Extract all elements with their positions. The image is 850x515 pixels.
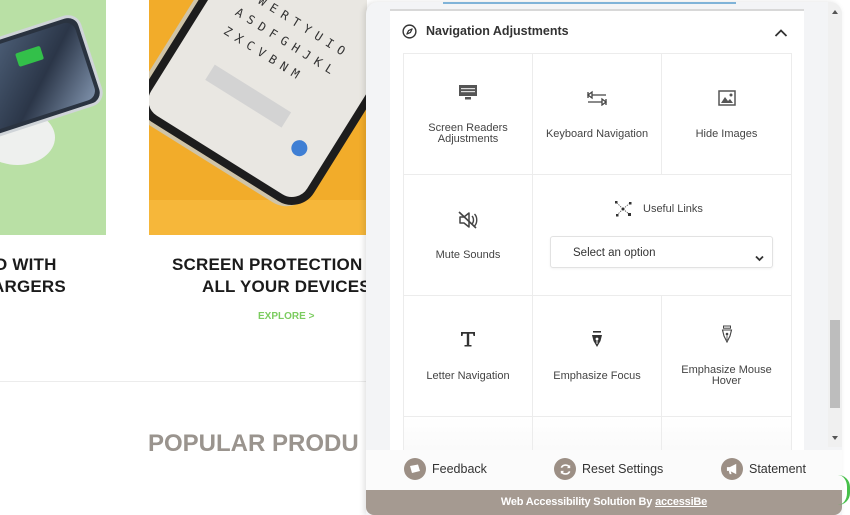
tile-emphasize-mouse-hover[interactable]: Emphasize Mouse Hover: [661, 295, 792, 417]
tile-hide-images[interactable]: Hide Images: [661, 53, 792, 175]
scrollbar-thumb[interactable]: [830, 320, 840, 408]
chevron-down-icon: [755, 249, 764, 262]
floor-graphic: [149, 200, 367, 235]
explore-link[interactable]: EXPLORE >: [258, 311, 314, 322]
tile-label: Emphasize Focus: [553, 370, 641, 382]
pen-nib-filled-icon: [590, 330, 604, 353]
wireless-charger-product-image[interactable]: [0, 0, 106, 235]
section-header[interactable]: Navigation Adjustments: [390, 11, 804, 53]
phone-graphic: [0, 11, 106, 144]
tile-label: Emphasize Mouse Hover: [681, 364, 772, 387]
panel-top-accent: [443, 2, 736, 4]
megaphone-icon: [721, 458, 743, 480]
statement-button[interactable]: Statement: [721, 458, 806, 480]
statement-label: Statement: [749, 462, 806, 476]
tile-screen-readers[interactable]: Screen Readers Adjustments: [403, 53, 533, 175]
screen-protection-product-image[interactable]: QWERTYUIO ASDFGHJKL ZXCVBNM: [149, 0, 367, 235]
phone-keyboard-graphic: QWERTYUIO ASDFGHJKL ZXCVBNM: [149, 0, 367, 215]
feedback-label: Feedback: [432, 462, 487, 476]
accessibility-panel: Navigation Adjustments Screen Readers Ad…: [366, 2, 842, 515]
card-title-middle-line1: SCREEN PROTECTION F: [172, 255, 378, 274]
accessibe-link[interactable]: accessiBe: [655, 496, 707, 508]
network-links-icon: [613, 200, 633, 218]
useful-links-select[interactable]: Select an option: [550, 236, 773, 268]
tile-label: Keyboard Navigation: [545, 128, 649, 140]
popular-products-heading: POPULAR PRODU: [148, 430, 359, 457]
reset-icon: [554, 458, 576, 480]
brand-prefix: Web Accessibility Solution By: [500, 496, 656, 508]
chevron-up-icon[interactable]: [774, 25, 788, 37]
tile-letter-navigation[interactable]: Letter Navigation: [403, 295, 533, 417]
panel-footer-actions: Feedback Reset Settings Statement: [366, 450, 842, 490]
tile-mute-sounds[interactable]: Mute Sounds: [403, 174, 533, 296]
divider: [0, 381, 370, 382]
reset-settings-button[interactable]: Reset Settings: [554, 458, 663, 480]
card-title-middle-line2: ALL YOUR DEVICES: [202, 277, 371, 296]
tile-label: Hide Images: [695, 128, 758, 140]
image-icon: [717, 90, 736, 111]
tile-label: Mute Sounds: [435, 249, 501, 261]
tile-keyboard-navigation[interactable]: Keyboard Navigation: [532, 53, 662, 175]
send-button-graphic: [288, 137, 311, 160]
compass-icon: [402, 24, 417, 39]
keyboard-arrows-icon: [586, 90, 608, 111]
tile-useful-links: Useful Links Select an option: [532, 174, 792, 296]
monitor-icon: [458, 84, 478, 106]
card-title-left-line2: ARGERS: [0, 277, 66, 296]
tile-label: Screen Readers Adjustments: [428, 122, 508, 145]
navigation-adjustments-section: Navigation Adjustments Screen Readers Ad…: [390, 9, 804, 476]
section-title: Navigation Adjustments: [426, 24, 569, 38]
scroll-up-arrow-icon[interactable]: [832, 10, 838, 14]
scroll-down-arrow-icon[interactable]: [832, 436, 838, 440]
feedback-button[interactable]: Feedback: [404, 458, 487, 480]
brand-bar: Web Accessibility Solution By accessiBe: [366, 490, 842, 515]
useful-links-label: Useful Links: [643, 203, 703, 215]
tile-emphasize-focus[interactable]: Emphasize Focus: [532, 295, 662, 417]
mute-speaker-icon: [457, 211, 479, 234]
phone-screen: [0, 20, 98, 135]
useful-links-header: Useful Links: [613, 200, 703, 218]
reset-settings-label: Reset Settings: [582, 462, 664, 476]
panel-scrollbar[interactable]: [828, 2, 842, 447]
feedback-icon: [404, 458, 426, 480]
letter-t-icon: [459, 330, 477, 353]
tile-label: Letter Navigation: [426, 370, 510, 382]
pen-nib-outline-icon: [720, 325, 734, 348]
card-title-left-line1: O WITH: [0, 255, 57, 274]
select-value: Select an option: [573, 247, 656, 259]
